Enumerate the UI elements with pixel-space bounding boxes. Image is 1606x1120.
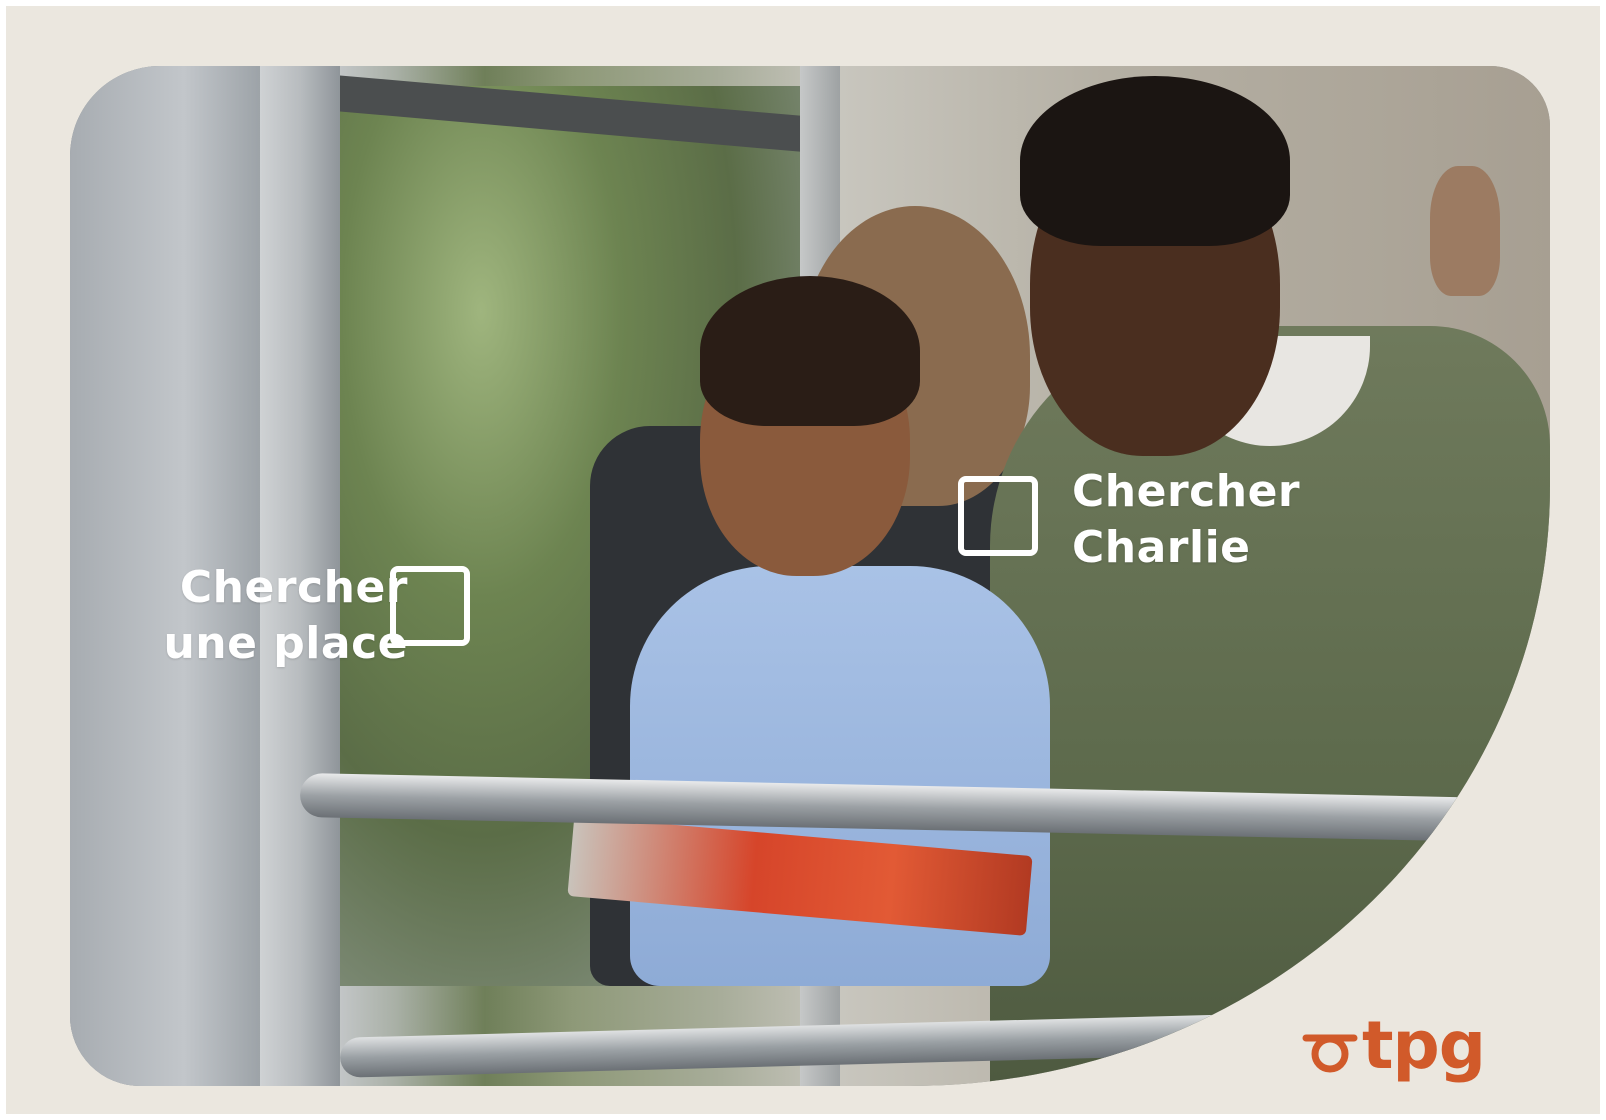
child-hair: [700, 276, 920, 426]
label-chercher-charlie: Chercher Charlie: [1072, 464, 1300, 576]
tpg-logo: tpg: [1300, 1006, 1486, 1086]
logo-text: tpg: [1362, 1007, 1486, 1084]
sigma-swoosh-icon: [1302, 1034, 1358, 1073]
label-left-line1: Chercher: [179, 562, 408, 613]
photo: Chercher une place Chercher Charlie: [70, 66, 1550, 1086]
label-chercher-une-place: Chercher une place: [118, 560, 408, 672]
label-right-line2: Charlie: [1072, 522, 1251, 573]
man-hair: [1020, 76, 1290, 246]
label-right-line1: Chercher: [1072, 466, 1301, 517]
label-left-line2: une place: [163, 618, 408, 669]
poster: Chercher une place Chercher Charlie tpg: [6, 6, 1600, 1114]
checkbox-une-place[interactable]: [390, 566, 470, 646]
background-passenger: [1430, 166, 1500, 296]
checkbox-charlie[interactable]: [958, 476, 1038, 556]
